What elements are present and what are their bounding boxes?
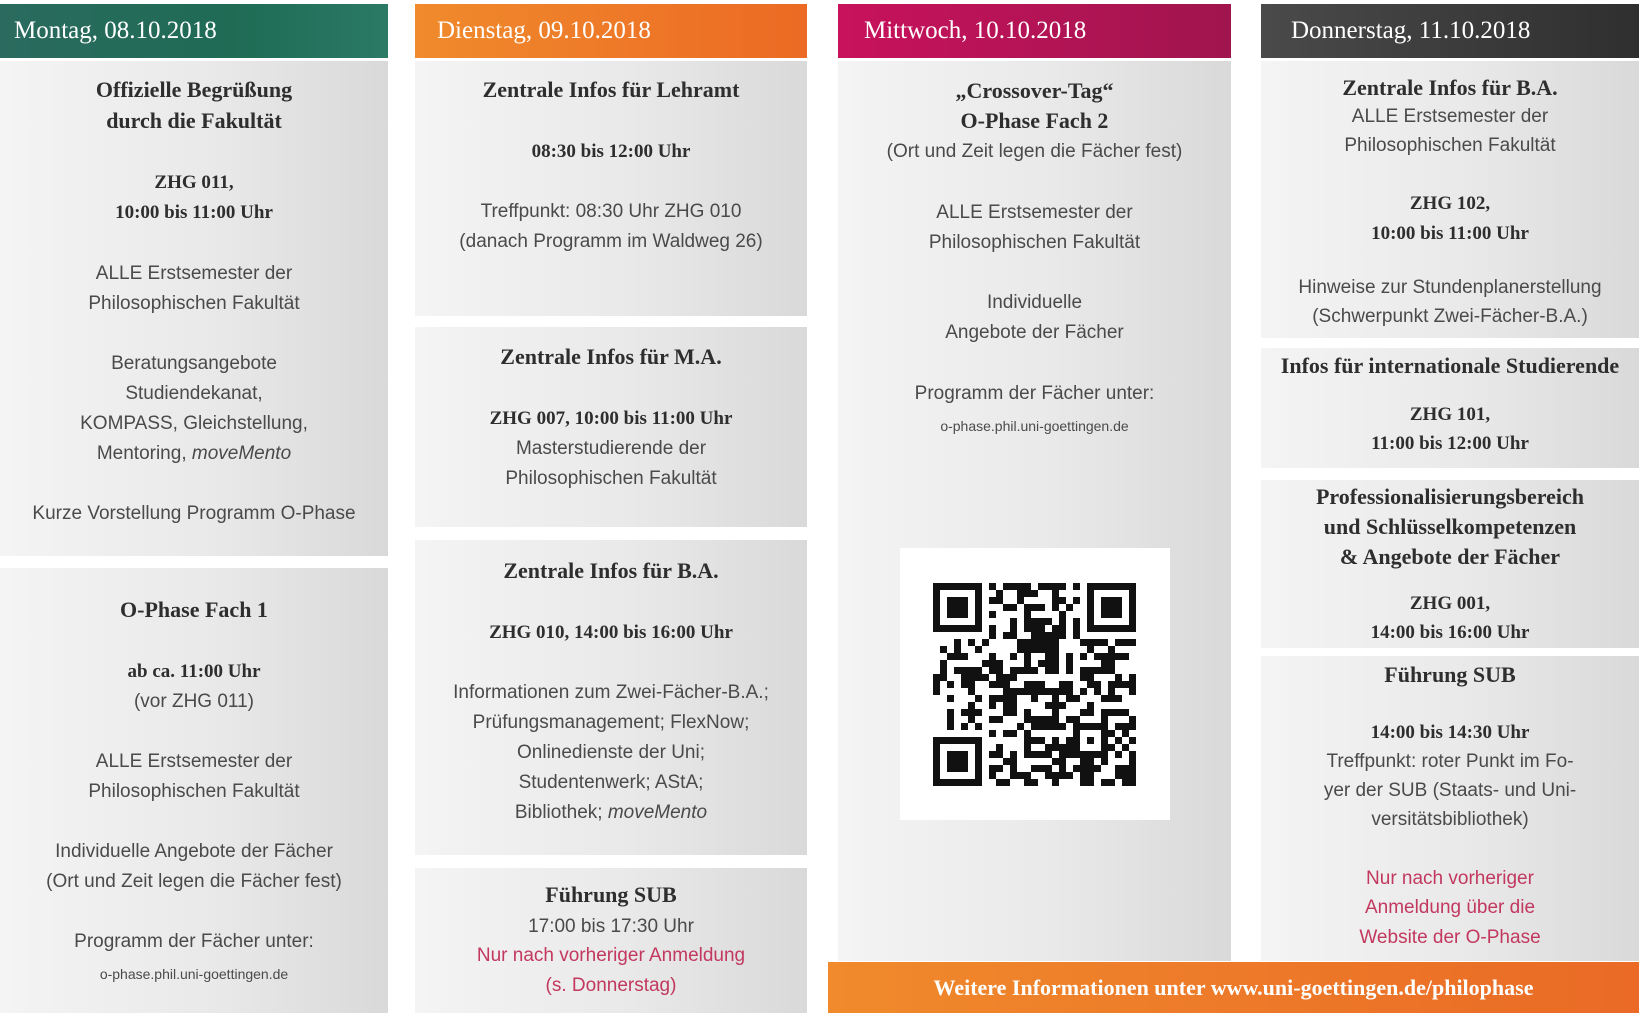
event-detail: Treffpunkt: roter Punkt im Fo- (1326, 751, 1574, 772)
event-detail: Informationen zum Zwei-Fächer-B.A.; (453, 682, 769, 703)
event-detail: versitätsbibliothek) (1371, 809, 1529, 830)
event-detail: (Schwerpunkt Zwei-Fächer-B.A.) (1312, 306, 1588, 327)
event-audience: Philosophischen Fakultät (1344, 135, 1556, 156)
event-title: Zentrale Infos für M.A. (500, 344, 722, 369)
event-detail: (Ort und Zeit legen die Fächer fest) (46, 871, 342, 892)
event-location: (vor ZHG 011) (133, 691, 254, 712)
event-time: 10:00 bis 11:00 Uhr (115, 202, 273, 223)
event-time: 08:30 bis 12:00 Uhr (531, 141, 691, 162)
event-location: Treffpunkt: 08:30 Uhr ZHG 010 (480, 201, 742, 222)
event-time: 10:00 bis 11:00 Uhr (1371, 223, 1529, 244)
event-location-time: ZHG 007, 10:00 bis 11:00 Uhr (489, 408, 733, 429)
event-title: O-Phase Fach 2 (960, 108, 1109, 133)
event-title: Führung SUB (1384, 662, 1516, 687)
tuesday-sub-tour-box: Führung SUB 17:00 bis 17:30 Uhr Nur nach… (415, 868, 807, 1013)
registration-note: Nur nach vorheriger (1366, 868, 1534, 889)
event-audience: ALLE Erstsemester der (936, 202, 1133, 223)
movemento-text: moveMento (191, 443, 292, 464)
monday-ophase-box: O-Phase Fach 1 ab ca. 11:00 Uhr (vor ZHG… (0, 568, 388, 1013)
tuesday-ba-box: Zentrale Infos für B.A. ZHG 010, 14:00 b… (415, 540, 807, 855)
event-time: ab ca. 11:00 Uhr (127, 661, 261, 682)
event-detail: Programm der Fächer unter: (914, 383, 1155, 404)
event-detail: Bibliothek; moveMento (415, 800, 807, 826)
event-audience: ALLE Erstsemester der (95, 751, 293, 772)
thursday-header: Donnerstag, 11.10.2018 (1261, 4, 1639, 58)
event-audience: ALLE Erstsemester der (95, 263, 293, 284)
event-detail: Individuelle Angebote der Fächer (55, 841, 333, 862)
event-audience: Philosophischen Fakultät (505, 468, 717, 489)
event-location: ZHG 101, (1409, 404, 1491, 425)
event-title: Infos für internationale Studierende (1280, 353, 1620, 378)
thursday-international-box: Infos für internationale Studierende ZHG… (1261, 348, 1639, 468)
thursday-sub-tour-box: Führung SUB 14:00 bis 14:30 Uhr Treffpun… (1261, 656, 1639, 961)
event-title: „Crossover-Tag“ (955, 78, 1114, 103)
event-title: Führung SUB (545, 882, 677, 907)
event-detail: (Ort und Zeit legen die Fächer fest) (886, 141, 1183, 162)
event-detail: Individuelle (986, 292, 1083, 313)
event-detail: Onlinedienste der Uni; (517, 742, 705, 763)
event-time: 14:00 bis 14:30 Uhr (1370, 722, 1530, 743)
event-audience: Philosophischen Fakultät (88, 293, 300, 314)
event-title: Zentrale Infos für Lehramt (482, 77, 740, 102)
event-time: 17:00 bis 17:30 Uhr (528, 916, 694, 937)
program-url[interactable]: o-phase.phil.uni-goettingen.de (0, 961, 388, 987)
event-audience: Philosophischen Fakultät (88, 781, 300, 802)
event-audience: Masterstudierende der (515, 438, 707, 459)
event-title: durch die Fakultät (106, 108, 282, 133)
event-title: Professionalisierungsbereich (1315, 484, 1585, 509)
event-location-time: ZHG 010, 14:00 bis 16:00 Uhr (489, 622, 733, 643)
program-url[interactable]: o-phase.phil.uni-goettingen.de (838, 413, 1231, 439)
event-detail: Programm der Fächer unter: (74, 931, 314, 952)
event-detail: Beratungsangebote (111, 353, 277, 374)
tuesday-header: Dienstag, 09.10.2018 (415, 4, 807, 58)
event-time: 14:00 bis 16:00 Uhr (1370, 622, 1530, 643)
event-detail: Hinweise zur Stundenplanerstellung (1298, 277, 1602, 298)
more-info-footer[interactable]: Weitere Informationen unter www.uni-goet… (828, 962, 1639, 1013)
event-location: ZHG 011, (154, 172, 234, 193)
event-time: 11:00 bis 12:00 Uhr (1371, 433, 1529, 454)
event-detail-text: Bibliothek; (514, 802, 608, 823)
event-title: Zentrale Infos für B.A. (503, 558, 719, 583)
qr-code-graphic (933, 583, 1136, 786)
event-detail: (danach Programm im Waldweg 26) (459, 231, 763, 252)
monday-welcome-box: Offizielle Begrüßung durch die Fakultät … (0, 61, 388, 556)
wednesday-crossover-box: „Crossover-Tag“ O-Phase Fach 2 (Ort und … (838, 61, 1231, 961)
registration-note: Website der O-Phase (1359, 927, 1541, 948)
event-title: Offizielle Begrüßung (95, 77, 293, 102)
tuesday-lehramt-box: Zentrale Infos für Lehramt 08:30 bis 12:… (415, 61, 807, 316)
tuesday-ma-box: Zentrale Infos für M.A. ZHG 007, 10:00 b… (415, 327, 807, 527)
registration-note: Nur nach vorheriger Anmeldung (476, 945, 746, 966)
movemento-text: moveMento (607, 802, 708, 823)
event-detail: Kurze Vorstellung Programm O-Phase (32, 503, 356, 524)
event-detail: Mentoring, moveMento (0, 441, 388, 467)
event-location: ZHG 001, (1409, 593, 1491, 614)
registration-note: Anmeldung über die (1364, 897, 1536, 918)
event-audience: Philosophischen Fakultät (928, 232, 1141, 253)
event-detail: Angebote der Fächer (945, 322, 1124, 343)
event-title: und Schlüsselkompetenzen (1323, 514, 1577, 539)
registration-note: (s. Donnerstag) (545, 975, 677, 996)
thursday-professional-box: Professionalisierungsbereich und Schlüss… (1261, 480, 1639, 648)
thursday-ba-box: Zentrale Infos für B.A. ALLE Erstsemeste… (1261, 61, 1639, 338)
event-audience: ALLE Erstsemester der (1351, 106, 1549, 127)
event-title: Zentrale Infos für B.A. (1342, 75, 1558, 100)
event-detail: yer der SUB (Staats- und Uni- (1323, 780, 1577, 801)
event-detail: Studiendekanat, (125, 383, 263, 404)
monday-header: Montag, 08.10.2018 (0, 4, 388, 58)
event-detail: Studentenwerk; AStA; (518, 772, 704, 793)
wednesday-header: Mittwoch, 10.10.2018 (838, 4, 1231, 58)
event-title: & Angebote der Fächer (1339, 544, 1561, 569)
event-detail: Prüfungsmanagement; FlexNow; (472, 712, 750, 733)
event-title: O-Phase Fach 1 (120, 597, 268, 622)
qr-code-icon (900, 548, 1170, 820)
event-location: ZHG 102, (1409, 193, 1491, 214)
event-detail: KOMPASS, Gleichstellung, (80, 413, 308, 434)
event-detail-text: Mentoring, (96, 443, 192, 464)
